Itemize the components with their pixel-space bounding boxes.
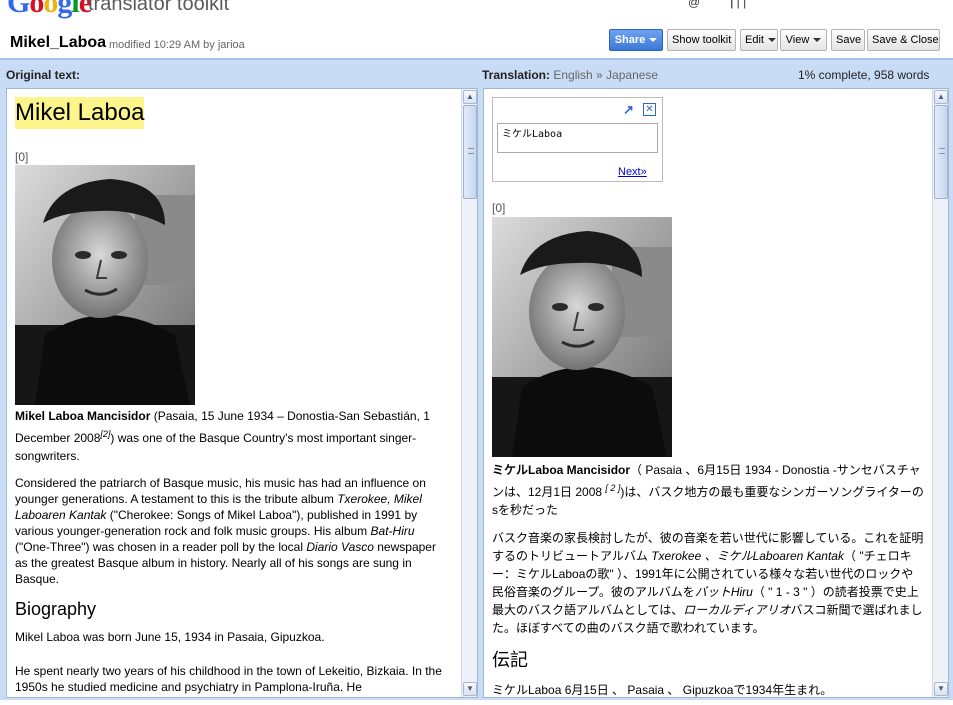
- document-titlebar: Mikel_Laboa modified 10:29 AM by jarioa …: [0, 26, 953, 58]
- share-button-label: Share: [614, 34, 646, 46]
- save-button[interactable]: Save: [831, 29, 865, 51]
- logo-letter: G: [7, 0, 30, 19]
- translation-p2-album-1: Txerokee 、ミケルLaboaren Kantak: [651, 549, 844, 563]
- edit-menu-button[interactable]: Edit: [740, 29, 778, 51]
- translation-scrollbar[interactable]: ▲ ▼: [932, 89, 948, 697]
- scroll-down-icon[interactable]: ▼: [463, 682, 477, 696]
- translation-scroll-thumb[interactable]: [934, 105, 948, 199]
- chevron-down-icon: [767, 38, 776, 43]
- original-scrollbar[interactable]: ▲ ▼: [461, 89, 477, 697]
- translation-label-text: Translation:: [482, 68, 551, 82]
- user-links: @ | | |: [688, 0, 746, 9]
- google-logo[interactable]: Google: [7, 0, 92, 20]
- grip-icon: [468, 148, 474, 154]
- close-icon[interactable]: ✕: [643, 103, 656, 116]
- translation-panel-frame: ↗ ✕ ミケルLaboa Next» [0] ミケルLaboa Mancisid…: [480, 88, 953, 700]
- scroll-down-icon[interactable]: ▼: [934, 682, 948, 696]
- original-panel-frame: Mikel Laboa [0] Mikel Laboa Mancisidor (…: [0, 88, 480, 700]
- original-section-heading[interactable]: Biography: [15, 600, 451, 618]
- scroll-up-icon[interactable]: ▲: [463, 90, 477, 104]
- original-paragraph-1[interactable]: Mikel Laboa Mancisidor (Pasaia, 15 June …: [15, 407, 451, 465]
- translation-section-heading[interactable]: 伝記: [492, 651, 924, 669]
- original-paragraph-2[interactable]: Considered the patriarch of Basque music…: [15, 475, 451, 587]
- show-toolkit-button[interactable]: Show toolkit: [667, 29, 736, 51]
- logo-letter: o: [29, 0, 44, 19]
- translation-body: [0] ミケルLaboa Mancisidor（ Pasaia 、6月15日 1…: [492, 199, 924, 697]
- original-content: Mikel Laboa [0] Mikel Laboa Mancisidor (…: [7, 89, 459, 697]
- expand-arrow-icon[interactable]: ↗: [623, 102, 634, 118]
- original-p1-name: Mikel Laboa Mancisidor: [15, 409, 151, 423]
- chevron-down-icon: [649, 38, 658, 43]
- original-p1-footnote[interactable]: [2]: [100, 429, 110, 439]
- share-button[interactable]: Share: [609, 29, 663, 51]
- original-p2-newspaper: Diario Vasco: [306, 540, 374, 554]
- original-scroll-thumb[interactable]: [463, 105, 477, 199]
- top-header: Google translator toolkit @ | | |: [0, 0, 953, 22]
- translation-p1-name: ミケルLaboa Mancisidor: [492, 463, 631, 477]
- view-menu-label: View: [785, 34, 810, 46]
- translation-paragraph-1[interactable]: ミケルLaboa Mancisidor（ Pasaia 、6月15日 1934 …: [492, 461, 924, 519]
- translation-ref-marker: [0]: [492, 201, 506, 215]
- logo-letter: l: [71, 0, 79, 19]
- translation-paragraph-2[interactable]: バスク音楽の家長検討したが、彼の音楽を若い世代に影響している。これを証明するのト…: [492, 529, 924, 637]
- translation-label: Translation: English » Japanese: [482, 68, 658, 82]
- segment-edit-popup: ↗ ✕ ミケルLaboa Next»: [492, 97, 663, 182]
- translation-segment-input[interactable]: ミケルLaboa: [497, 123, 658, 153]
- translation-progress: 1% complete, 958 words: [798, 68, 930, 82]
- original-ref-marker: [0]: [15, 150, 29, 164]
- chevron-down-icon: [813, 38, 822, 43]
- original-text-panel[interactable]: Mikel Laboa [0] Mikel Laboa Mancisidor (…: [6, 88, 478, 698]
- next-segment-link[interactable]: Next»: [618, 164, 647, 180]
- user-account-fragment: @: [688, 0, 701, 9]
- document-modified-meta: modified 10:29 AM by jarioa: [109, 39, 245, 51]
- translation-p2-album-2: バットHiru: [694, 585, 753, 599]
- logo-letter: g: [57, 0, 72, 19]
- translation-panel[interactable]: ↗ ✕ ミケルLaboa Next» [0] ミケルLaboa Mancisid…: [483, 88, 949, 698]
- original-text-label: Original text:: [6, 68, 81, 82]
- translation-content: ↗ ✕ ミケルLaboa Next» [0] ミケルLaboa Mancisid…: [484, 89, 930, 697]
- portrait-photo-translation: [492, 217, 672, 457]
- original-p2-album-2: Bat-Hiru: [370, 524, 415, 538]
- language-pair: English » Japanese: [553, 68, 659, 82]
- translation-p2-newspaper: ローカルディアリオ: [683, 603, 791, 617]
- product-name: translator toolkit: [88, 0, 230, 15]
- portrait-photo: [15, 165, 195, 405]
- original-paragraph-4[interactable]: He spent nearly two years of his childho…: [15, 663, 451, 695]
- logo-letter: o: [43, 0, 58, 19]
- original-paragraph-3[interactable]: Mikel Laboa was born June 15, 1934 in Pa…: [15, 629, 451, 645]
- translation-paragraph-3[interactable]: ミケルLaboa 6月15日 、 Pasaia 、 Gipuzkoaで1934年…: [492, 681, 924, 697]
- edit-menu-label: Edit: [745, 34, 764, 46]
- document-title: Mikel_Laboa: [10, 34, 107, 51]
- grip-icon: [939, 148, 945, 154]
- original-p2-c: ("One-Three") was chosen in a reader pol…: [15, 540, 307, 554]
- view-menu-button[interactable]: View: [780, 29, 827, 51]
- original-heading[interactable]: Mikel Laboa: [15, 97, 145, 129]
- panel-header-bar: Original text: Translation: English » Ja…: [0, 58, 953, 88]
- scroll-up-icon[interactable]: ▲: [934, 90, 948, 104]
- save-and-close-button[interactable]: Save & Close: [867, 29, 940, 51]
- translation-p1-footnote[interactable]: [ 2 ]: [605, 483, 620, 493]
